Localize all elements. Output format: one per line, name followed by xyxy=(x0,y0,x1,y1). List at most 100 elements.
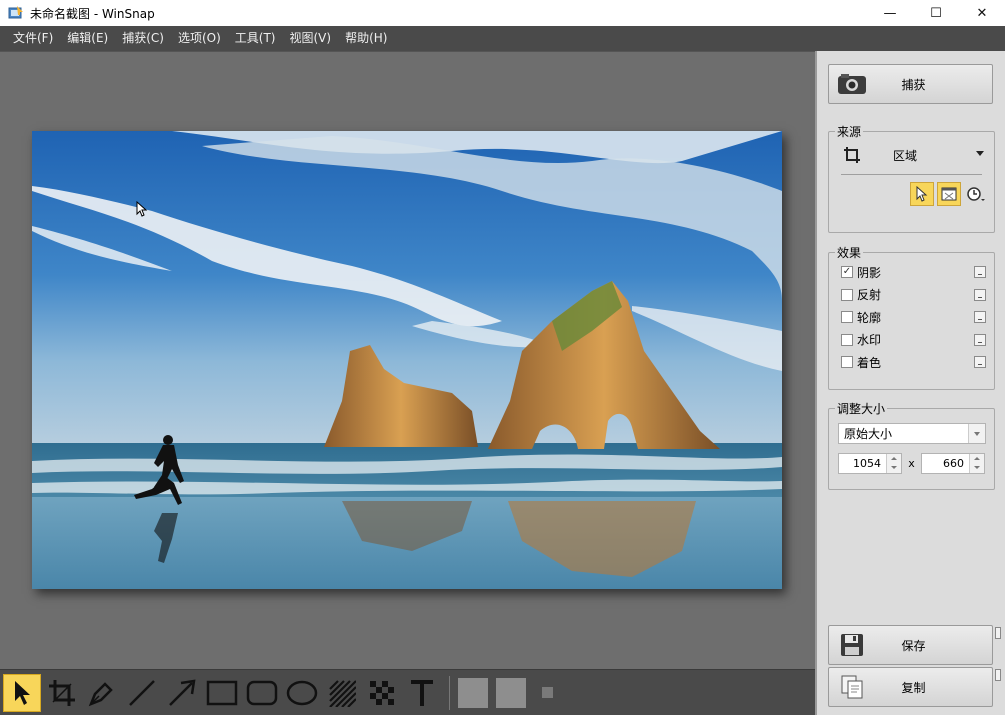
chevron-down-icon xyxy=(968,424,985,443)
camera-icon xyxy=(838,74,866,94)
save-button[interactable]: 保存 xyxy=(828,625,993,665)
effect-outline-row: 轮廓 xyxy=(829,306,994,329)
watermark-checkbox[interactable] xyxy=(841,333,853,346)
menu-capture[interactable]: 捕获(C) xyxy=(115,26,171,51)
size-separator: x xyxy=(908,457,915,470)
height-spin-arrows[interactable] xyxy=(969,454,984,473)
outline-options-button[interactable] xyxy=(974,311,986,323)
title-bar: 未命名截图 - WinSnap — ☐ ✕ xyxy=(0,0,1005,26)
copy-button-label: 复制 xyxy=(901,680,926,695)
menu-bar: 文件(F) 编辑(E) 捕获(C) 选项(O) 工具(T) 视图(V) 帮助(H… xyxy=(0,26,1005,51)
foreground-color-swatch[interactable] xyxy=(458,677,488,708)
width-value: 1054 xyxy=(853,457,881,470)
pen-tool[interactable] xyxy=(83,674,121,712)
pixelate-tool[interactable] xyxy=(363,674,401,712)
height-value: 660 xyxy=(943,457,964,470)
rounded-rectangle-tool[interactable] xyxy=(243,674,281,712)
menu-edit[interactable]: 编辑(E) xyxy=(60,26,115,51)
effect-reflection-row: 反射 xyxy=(829,284,994,307)
menu-tools[interactable]: 工具(T) xyxy=(228,26,283,51)
background-color-swatch[interactable] xyxy=(496,677,526,708)
drawing-toolbar xyxy=(0,669,815,715)
captured-screenshot-image[interactable] xyxy=(32,131,782,589)
source-mode-label: 区域 xyxy=(893,148,918,163)
effect-shadow-row: ✓ 阴影 xyxy=(829,261,994,284)
watermark-label: 水印 xyxy=(857,333,882,348)
colorize-label: 着色 xyxy=(857,355,882,370)
editor-canvas[interactable] xyxy=(0,51,815,669)
minimize-button[interactable]: — xyxy=(867,0,913,26)
toolbar-separator xyxy=(449,675,450,710)
checkerboard-window-icon xyxy=(941,187,957,201)
text-tool[interactable] xyxy=(403,674,441,712)
source-mode-dropdown[interactable]: 区域 xyxy=(829,140,994,170)
side-panel: 捕获 来源 区域 效果 ✓ 阴影 反射 轮廓 水印 着色 调整大小 原始大小 1… xyxy=(815,51,1005,715)
rectangle-tool[interactable] xyxy=(203,674,241,712)
capture-button-label: 捕获 xyxy=(901,77,926,92)
transparent-background-toggle[interactable] xyxy=(937,182,961,206)
ellipse-tool[interactable] xyxy=(283,674,321,712)
height-spinbox[interactable]: 660 xyxy=(921,453,985,474)
copy-options-grip[interactable] xyxy=(995,669,1001,681)
watermark-options-button[interactable] xyxy=(974,333,986,346)
width-spinbox[interactable]: 1054 xyxy=(838,453,902,474)
resize-mode-value: 原始大小 xyxy=(844,427,893,441)
pen-icon xyxy=(88,681,113,706)
rectangle-icon xyxy=(206,680,238,705)
reflection-label: 反射 xyxy=(857,288,882,303)
hatch-tool[interactable] xyxy=(323,674,361,712)
copy-button[interactable]: 复制 xyxy=(828,667,993,707)
resize-mode-select[interactable]: 原始大小 xyxy=(838,423,986,444)
line-width-indicator[interactable] xyxy=(542,687,553,698)
save-options-grip[interactable] xyxy=(995,627,1001,639)
menu-file[interactable]: 文件(F) xyxy=(6,26,60,51)
save-button-label: 保存 xyxy=(901,638,926,653)
effect-colorize-row: 着色 xyxy=(829,351,994,374)
text-icon xyxy=(411,679,433,706)
width-spin-arrows[interactable] xyxy=(886,454,901,473)
mouse-cursor-icon xyxy=(136,201,148,217)
winsnap-window: 未命名截图 - WinSnap — ☐ ✕ 文件(F) 编辑(E) 捕获(C) … xyxy=(0,0,1005,715)
pointer-tool[interactable] xyxy=(3,673,41,712)
menu-help[interactable]: 帮助(H) xyxy=(338,26,394,51)
hatch-icon xyxy=(329,679,356,707)
arrow-icon xyxy=(169,679,196,706)
maximize-button[interactable]: ☐ xyxy=(913,0,959,26)
shadow-label: 阴影 xyxy=(857,265,882,280)
cursor-icon xyxy=(916,186,928,202)
effect-watermark-row: 水印 xyxy=(829,329,994,352)
crop-tool[interactable] xyxy=(43,674,81,712)
copy-document-icon xyxy=(841,675,863,699)
effects-legend: 效果 xyxy=(837,246,862,260)
region-crop-icon xyxy=(844,147,860,163)
resize-legend: 调整大小 xyxy=(837,402,886,416)
rounded-rectangle-icon xyxy=(246,680,278,705)
include-cursor-toggle[interactable] xyxy=(910,182,934,206)
colorize-options-button[interactable] xyxy=(974,356,986,368)
menu-view[interactable]: 视图(V) xyxy=(283,26,339,51)
crop-icon xyxy=(49,679,75,706)
line-icon xyxy=(129,679,155,706)
timer-icon xyxy=(967,187,985,201)
line-tool[interactable] xyxy=(123,674,161,712)
close-button[interactable]: ✕ xyxy=(959,0,1005,26)
shadow-checkbox[interactable]: ✓ xyxy=(841,266,853,279)
floppy-disk-icon xyxy=(841,634,863,656)
colorize-checkbox[interactable] xyxy=(841,356,853,369)
pixelate-icon xyxy=(370,680,394,705)
capture-delay-button[interactable] xyxy=(964,182,988,206)
reflection-checkbox[interactable] xyxy=(841,288,853,301)
chevron-down-icon xyxy=(976,151,984,156)
pointer-icon xyxy=(15,680,30,705)
capture-button[interactable]: 捕获 xyxy=(828,64,993,104)
outline-checkbox[interactable] xyxy=(841,311,853,324)
outline-label: 轮廓 xyxy=(857,310,882,325)
ellipse-icon xyxy=(286,680,318,705)
shadow-options-button[interactable] xyxy=(974,266,986,278)
arrow-tool[interactable] xyxy=(163,674,201,712)
menu-options[interactable]: 选项(O) xyxy=(171,26,228,51)
reflection-options-button[interactable] xyxy=(974,288,986,301)
window-title: 未命名截图 - WinSnap xyxy=(30,6,155,21)
resize-group: 调整大小 原始大小 1054 x 660 xyxy=(828,400,995,490)
source-legend: 来源 xyxy=(837,125,862,139)
